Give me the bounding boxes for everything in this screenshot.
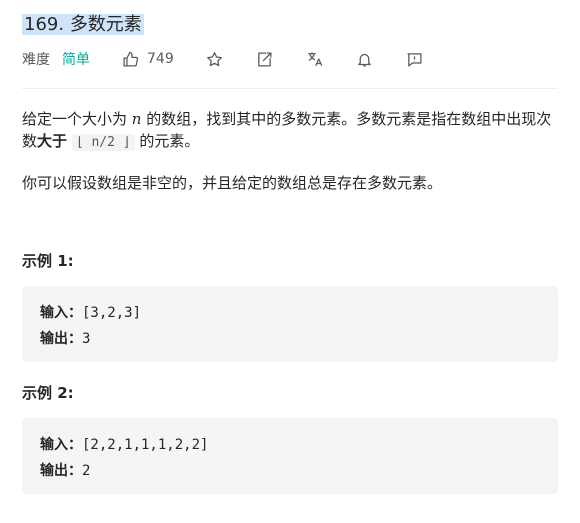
like-count: 749 bbox=[147, 51, 174, 67]
feedback-button[interactable] bbox=[404, 48, 426, 70]
input-label: 输入： bbox=[40, 437, 82, 453]
example-2-box: 输入：[2,2,1,1,1,2,2] 输出：2 bbox=[22, 418, 558, 494]
example-1-box: 输入：[3,2,3] 输出：3 bbox=[22, 286, 558, 362]
input-label: 输入： bbox=[40, 305, 82, 321]
problem-name: 多数元素 bbox=[69, 14, 142, 35]
share-icon bbox=[258, 51, 272, 67]
output-value: 3 bbox=[82, 331, 91, 347]
thumb-up-icon bbox=[123, 51, 139, 67]
difficulty-badge: 简单 bbox=[62, 52, 90, 68]
desc-bold: 大于 bbox=[37, 132, 68, 150]
input-value: [2,2,1,1,1,2,2] bbox=[82, 437, 209, 453]
input-value: [3,2,3] bbox=[82, 305, 142, 321]
desc-text: 的元素。 bbox=[134, 132, 200, 150]
feedback-icon bbox=[407, 52, 422, 67]
problem-number: 169. bbox=[24, 14, 65, 35]
divider bbox=[22, 88, 558, 89]
favorite-button[interactable] bbox=[204, 48, 226, 70]
output-label: 输出： bbox=[40, 331, 82, 347]
bell-icon bbox=[358, 53, 372, 67]
star-icon bbox=[207, 51, 223, 66]
output-label: 输出： bbox=[40, 463, 82, 479]
translate-button[interactable] bbox=[304, 48, 326, 70]
description-paragraph-1: 给定一个大小为 n 的数组，找到其中的多数元素。多数元素是指在数组中出现次数大于… bbox=[22, 108, 558, 154]
description-paragraph-2: 你可以假设数组是非空的，并且给定的数组总是存在多数元素。 bbox=[22, 174, 443, 192]
problem-meta-bar: 难度 简单 749 bbox=[22, 48, 454, 70]
desc-var-n: n bbox=[131, 110, 142, 128]
problem-title: 169. 多数元素 bbox=[22, 12, 144, 38]
output-value: 2 bbox=[82, 463, 91, 479]
share-button[interactable] bbox=[254, 48, 276, 70]
example-1-title: 示例 1: bbox=[22, 252, 74, 270]
like-button[interactable]: 749 bbox=[122, 51, 174, 68]
desc-text: 给定一个大小为 bbox=[22, 110, 132, 128]
difficulty-label: 难度 bbox=[22, 52, 50, 68]
translate-icon bbox=[307, 52, 323, 67]
notify-button[interactable] bbox=[354, 48, 376, 70]
example-2-title: 示例 2: bbox=[22, 384, 74, 402]
desc-code: ⌊ n/2 ⌋ bbox=[71, 134, 135, 151]
problem-description: 给定一个大小为 n 的数组，找到其中的多数元素。多数元素是指在数组中出现次数大于… bbox=[22, 108, 558, 154]
